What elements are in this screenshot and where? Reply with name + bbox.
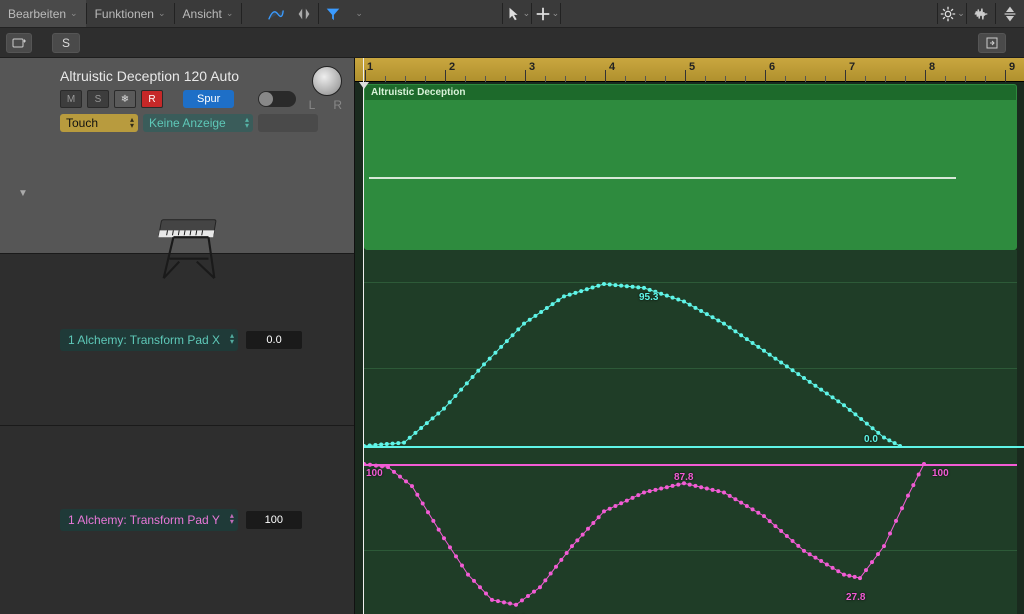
- bar-number: 3: [529, 61, 535, 73]
- bar-number: 7: [849, 61, 855, 73]
- pointer-tool[interactable]: ⌄: [503, 0, 531, 27]
- automation-curve-tool-icon[interactable]: [262, 0, 290, 27]
- filter-dropdown[interactable]: ⌄: [347, 0, 371, 27]
- playhead-marker-icon[interactable]: [359, 82, 369, 89]
- secondary-toolbar: S: [0, 28, 1024, 58]
- menu-edit[interactable]: Bearbeiten⌄: [0, 0, 86, 27]
- vertical-zoom-icon[interactable]: [996, 0, 1024, 27]
- pan-knob[interactable]: [312, 66, 342, 96]
- chevron-down-icon: ⌄: [70, 8, 78, 19]
- curve-label: 100: [366, 468, 383, 479]
- lane-value-y[interactable]: 100: [246, 511, 302, 529]
- chevron-down-icon: ⌄: [226, 8, 234, 19]
- solo-button[interactable]: S: [52, 33, 80, 53]
- solo-track-button[interactable]: S: [87, 90, 109, 108]
- on-off-toggle[interactable]: [258, 91, 296, 107]
- track-header[interactable]: Altruistic Deception 120 Auto M S ❄ R Sp…: [0, 58, 354, 253]
- bar-ruler[interactable]: 1 2 3 4 5 6 7 8 9: [355, 58, 1024, 82]
- chevron-down-icon: ⌄: [523, 8, 531, 19]
- arrange-area[interactable]: 1 2 3 4 5 6 7 8 9 Altruistic Deception 9…: [355, 58, 1024, 614]
- lane-value-x[interactable]: 0.0: [246, 331, 302, 349]
- curve-label: 27.8: [846, 592, 865, 603]
- region-content-line: [369, 177, 956, 179]
- waveform-zoom-icon[interactable]: [967, 0, 995, 27]
- flex-tool-icon[interactable]: [290, 0, 318, 27]
- automation-mode-select[interactable]: Touch▴▾: [60, 114, 138, 132]
- lane-param-select-x[interactable]: 1 Alchemy: Transform Pad X▴▾: [60, 329, 238, 351]
- curve-label: 95.3: [639, 292, 658, 303]
- record-enable-button[interactable]: R: [141, 90, 163, 108]
- bar-number: 8: [929, 61, 935, 73]
- automation-area[interactable]: 95.3 0.0 100 100 87.8 10.9 27.8: [364, 250, 1017, 614]
- display-select[interactable]: Keine Anzeige▴▾: [143, 114, 253, 132]
- automation-curves[interactable]: [364, 250, 1024, 614]
- menubar: Bearbeiten⌄ Funktionen⌄ Ansicht⌄ ⌄ ⌄ ⌄ ⌄: [0, 0, 1024, 28]
- bar-number: 4: [609, 61, 615, 73]
- catch-playhead-button[interactable]: [978, 33, 1006, 53]
- secondary-tool[interactable]: ⌄: [532, 0, 560, 27]
- mute-button[interactable]: M: [60, 90, 82, 108]
- bar-number: 9: [1009, 61, 1015, 73]
- curve-label: 87.8: [674, 472, 693, 483]
- bar-number: 6: [769, 61, 775, 73]
- track-title: Altruistic Deception 120 Auto: [60, 68, 344, 84]
- bar-number: 5: [689, 61, 695, 73]
- bar-number: 1: [367, 61, 373, 73]
- track-sidebar: Altruistic Deception 120 Auto M S ❄ R Sp…: [0, 58, 355, 614]
- playhead[interactable]: [363, 58, 364, 614]
- instrument-icon[interactable]: [150, 208, 228, 286]
- curve-label: 100: [932, 468, 949, 479]
- midi-region[interactable]: Altruistic Deception: [364, 84, 1017, 250]
- freeze-button[interactable]: ❄: [114, 90, 136, 108]
- automation-lane-y[interactable]: 1 Alchemy: Transform Pad Y▴▾ 100: [0, 425, 354, 614]
- bar-number: 2: [449, 61, 455, 73]
- chevron-down-icon: ⌄: [158, 8, 166, 19]
- settings-gear-icon[interactable]: ⌄: [938, 0, 966, 27]
- disclosure-triangle[interactable]: ▼: [18, 188, 28, 199]
- menu-view[interactable]: Ansicht⌄: [175, 0, 242, 27]
- chevron-down-icon: ⌄: [355, 8, 363, 19]
- menu-functions[interactable]: Funktionen⌄: [87, 0, 174, 27]
- region-name: Altruistic Deception: [365, 85, 1016, 100]
- lane-param-select-y[interactable]: 1 Alchemy: Transform Pad Y▴▾: [60, 509, 238, 531]
- add-track-button[interactable]: [6, 33, 32, 53]
- pan-lr-label: LR: [309, 98, 342, 112]
- filter-icon[interactable]: [319, 0, 347, 27]
- value-box-empty[interactable]: [258, 114, 318, 132]
- spur-button[interactable]: Spur: [183, 90, 234, 108]
- chevron-down-icon: ⌄: [552, 8, 560, 19]
- chevron-down-icon: ⌄: [957, 8, 965, 19]
- curve-label: 0.0: [864, 434, 878, 445]
